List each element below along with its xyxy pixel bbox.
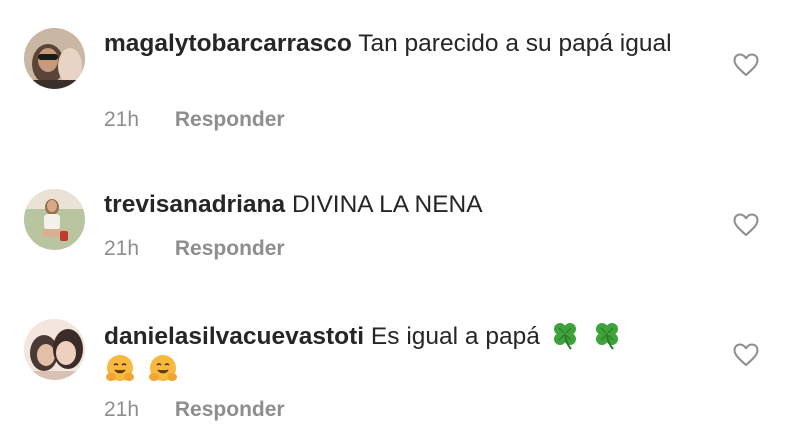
comment-text-block: magalytobarcarrasco Tan parecido a su pa… — [104, 28, 704, 60]
avatar-photo — [24, 319, 85, 380]
like-button[interactable] — [733, 53, 759, 77]
four-leaf-clover-icon — [591, 319, 623, 351]
four-leaf-clover-icon — [549, 319, 581, 351]
avatar[interactable] — [24, 189, 85, 250]
comment-meta: 21h Responder — [104, 108, 285, 132]
comment-username[interactable]: magalytobarcarrasco — [104, 30, 352, 57]
avatar[interactable] — [24, 319, 85, 380]
comment-text-block: trevisanadriana DIVINA LA NENA — [104, 189, 704, 221]
comment-username[interactable]: trevisanadriana — [104, 191, 285, 218]
heart-icon — [733, 213, 759, 236]
avatar[interactable] — [24, 28, 85, 89]
comment-time: 21h — [104, 398, 140, 421]
comment-text-block: danielasilvacuevastoti Es igual a papá — [104, 319, 704, 387]
comment-time: 21h — [104, 108, 140, 131]
reply-button[interactable]: Responder — [175, 237, 285, 260]
hugging-face-icon — [104, 353, 136, 385]
avatar-photo — [24, 28, 85, 89]
reply-button[interactable]: Responder — [175, 398, 285, 421]
comment-meta: 21h Responder — [104, 237, 285, 261]
comment-text: DIVINA LA NENA — [291, 191, 483, 218]
avatar-photo — [24, 189, 85, 250]
like-button[interactable] — [733, 343, 759, 367]
reply-button[interactable]: Responder — [175, 108, 285, 131]
comment-text: Es igual a papá — [370, 323, 540, 350]
comment-username[interactable]: danielasilvacuevastoti — [104, 323, 364, 350]
hugging-face-icon — [147, 353, 179, 385]
heart-icon — [733, 343, 759, 366]
comment-meta: 21h Responder — [104, 398, 285, 422]
comment-text: Tan parecido a su papá igual — [358, 30, 672, 57]
heart-icon — [733, 53, 759, 76]
like-button[interactable] — [733, 213, 759, 237]
comment-time: 21h — [104, 237, 140, 260]
